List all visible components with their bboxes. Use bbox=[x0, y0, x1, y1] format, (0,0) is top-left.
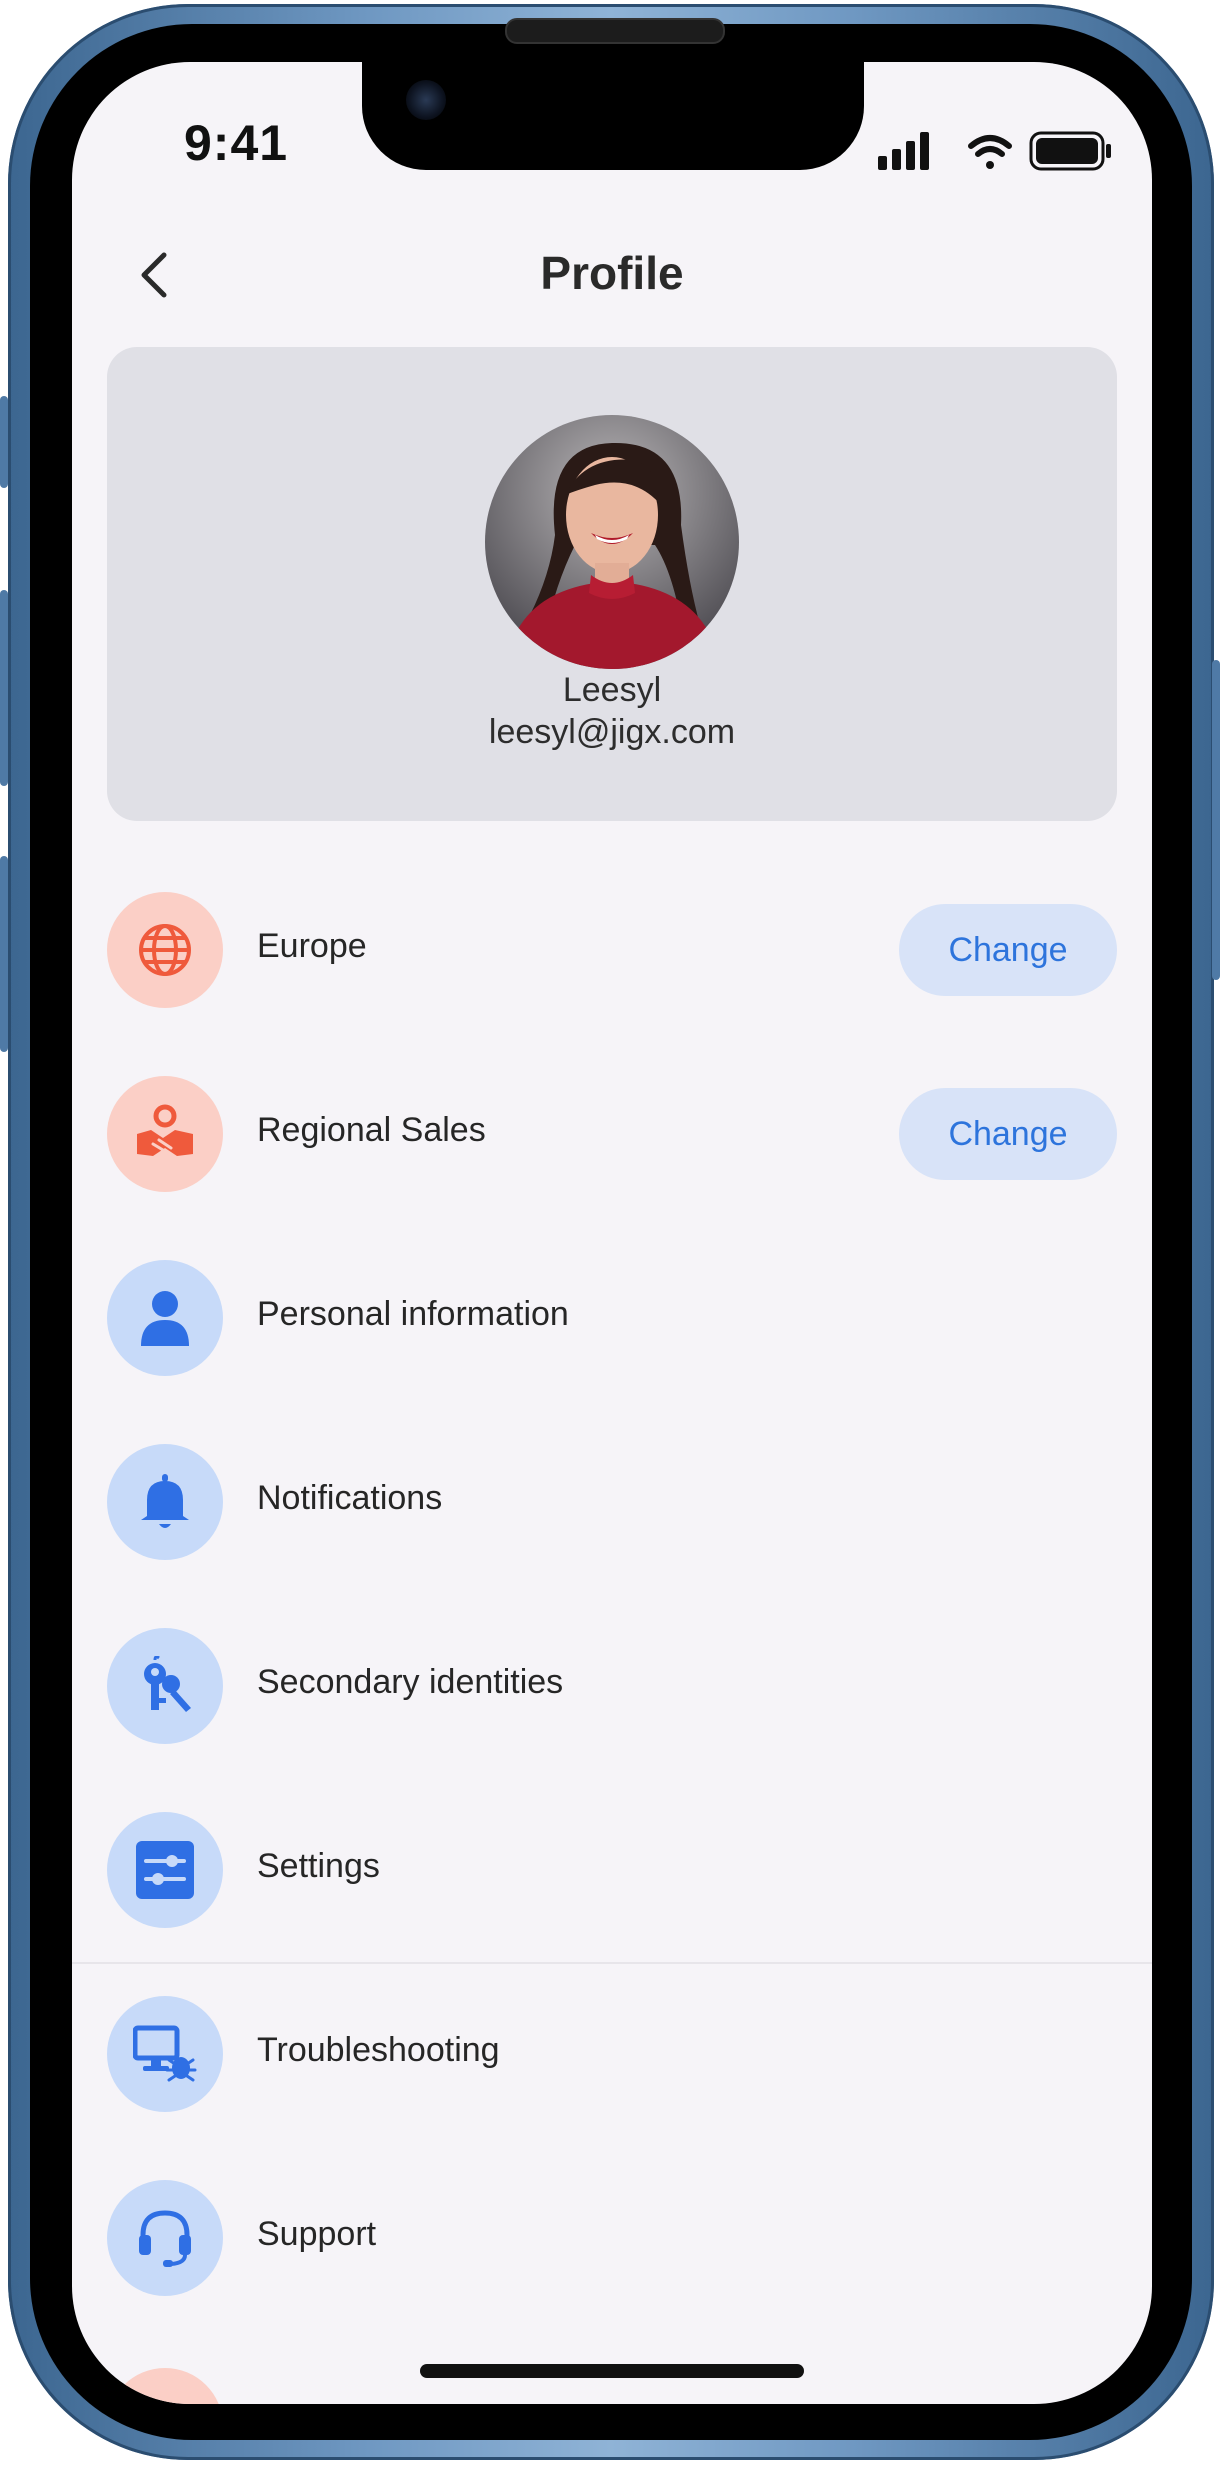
cellular-signal-icon bbox=[878, 132, 929, 170]
change-team-button[interactable]: Change bbox=[899, 1088, 1117, 1180]
bell-icon bbox=[107, 1444, 223, 1560]
front-camera bbox=[406, 80, 446, 120]
person-icon bbox=[107, 1260, 223, 1376]
menu-item-label: Personal information bbox=[257, 1295, 569, 1333]
menu-item-regional-sales[interactable]: Regional Sales Change bbox=[107, 1076, 1117, 1192]
home-indicator[interactable] bbox=[420, 2364, 804, 2378]
menu-item-label: Troubleshooting bbox=[257, 2031, 500, 2069]
power-button bbox=[1212, 660, 1220, 980]
section-divider bbox=[72, 1962, 1152, 1964]
keys-icon bbox=[107, 1628, 223, 1744]
volume-down-button bbox=[0, 856, 8, 1052]
status-time: 9:41 bbox=[184, 115, 289, 171]
profile-name: Leesyl bbox=[562, 671, 662, 709]
menu-item-label: Support bbox=[257, 2215, 377, 2253]
battery-icon bbox=[1029, 131, 1111, 171]
headset-icon bbox=[107, 2180, 223, 2296]
menu-item-label: Secondary identities bbox=[257, 1663, 564, 1701]
menu-item-label: Regional Sales bbox=[257, 1111, 486, 1149]
menu-item-support[interactable]: Support bbox=[107, 2180, 1117, 2296]
menu-item-settings[interactable]: Settings bbox=[107, 1812, 1117, 1928]
globe-icon bbox=[107, 892, 223, 1008]
volume-up-button bbox=[0, 590, 8, 786]
status-icons bbox=[878, 131, 1111, 171]
menu-item-label: Notifications bbox=[257, 1479, 443, 1517]
menu-item-secondary-identities[interactable]: Secondary identities bbox=[107, 1628, 1117, 1744]
page-title: Profile bbox=[540, 247, 684, 299]
menu-item-partial bbox=[107, 2368, 223, 2404]
silent-switch bbox=[0, 396, 8, 488]
handshake-icon bbox=[107, 1076, 223, 1192]
profile-card: Leesyl leesyl@jigx.com bbox=[107, 347, 1117, 821]
sliders-icon bbox=[107, 1812, 223, 1928]
profile-email: leesyl@jigx.com bbox=[488, 713, 736, 751]
phone-screen: 9:41 Profile Leesyl leesyl@jigx.com Euro… bbox=[72, 62, 1152, 2404]
avatar[interactable] bbox=[485, 415, 739, 669]
menu-item-troubleshooting[interactable]: Troubleshooting bbox=[107, 1996, 1117, 2112]
speaker-grille bbox=[505, 18, 725, 44]
wifi-icon bbox=[968, 135, 1012, 169]
menu-item-notifications[interactable]: Notifications bbox=[107, 1444, 1117, 1560]
menu-item-label: Settings bbox=[257, 1847, 380, 1885]
menu-item-europe[interactable]: Europe Change bbox=[107, 892, 1117, 1008]
monitor-bug-icon bbox=[107, 1996, 223, 2112]
change-region-button[interactable]: Change bbox=[899, 904, 1117, 996]
menu-item-label: Europe bbox=[257, 927, 367, 965]
menu-item-personal-information[interactable]: Personal information bbox=[107, 1260, 1117, 1376]
